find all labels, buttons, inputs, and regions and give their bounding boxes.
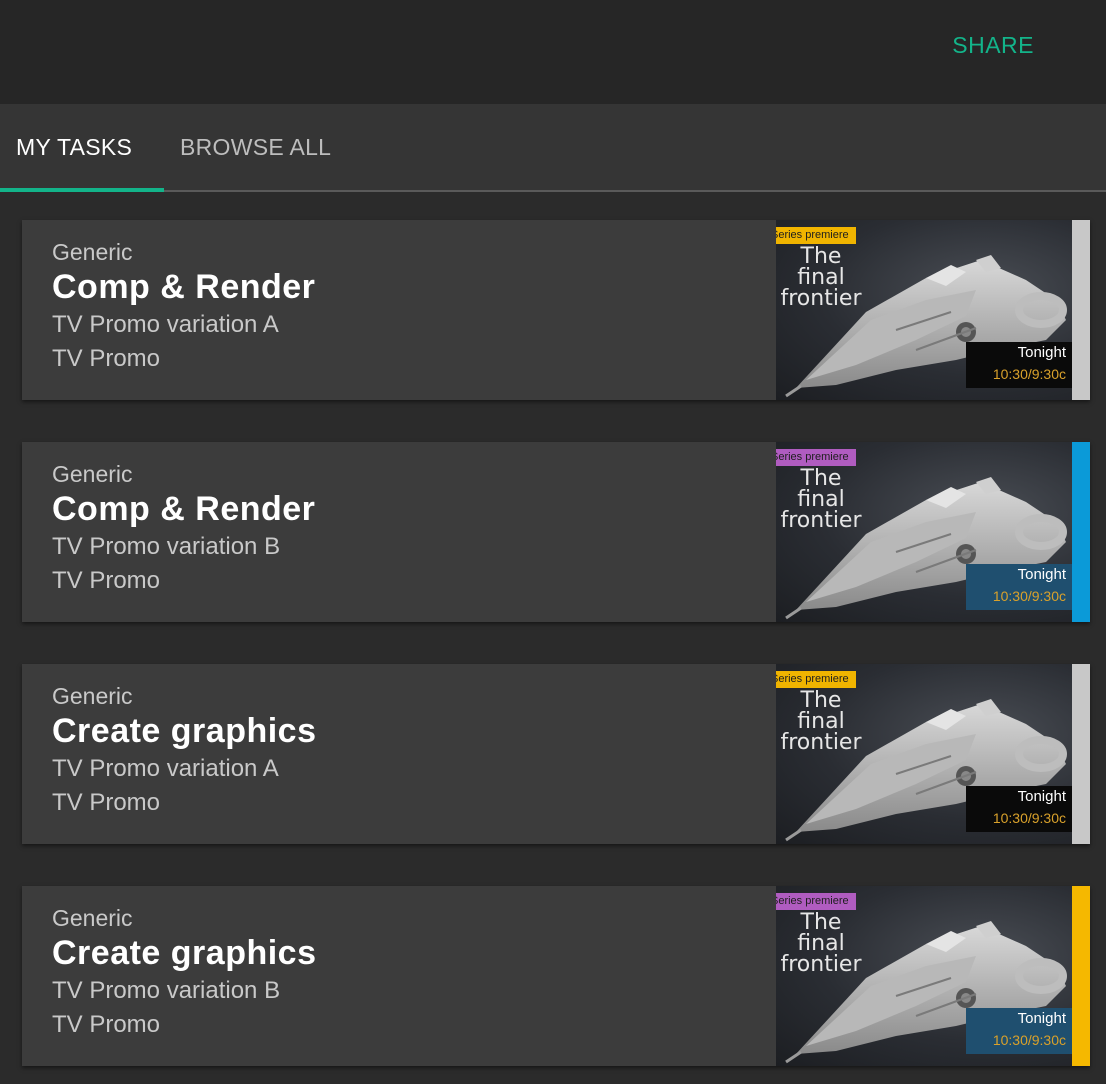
top-app-bar: SHARE <box>0 0 1106 104</box>
airtime-day: Tonight <box>1017 1010 1066 1027</box>
task-thumbnail: Series premiere The final frontier Tonig… <box>776 664 1072 844</box>
promo-title-line2: frontier <box>780 286 862 311</box>
badge-text: Series premiere <box>776 451 849 463</box>
task-title: Comp & Render <box>52 268 316 306</box>
task-card-text: Generic Create graphics TV Promo variati… <box>52 904 317 1042</box>
series-premiere-badge: Series premiere <box>776 449 856 466</box>
task-project: TV Promo <box>52 345 161 372</box>
task-project: TV Promo <box>52 1011 161 1038</box>
promo-title-line1: The final <box>797 910 845 956</box>
airtime-time: 10:30/9:30c <box>992 810 1066 826</box>
airtime-time: 10:30/9:30c <box>992 588 1066 604</box>
active-tab-indicator <box>0 188 164 192</box>
promo-title-line2: frontier <box>780 730 862 755</box>
task-thumbnail: Series premiere The final frontier Tonig… <box>776 442 1072 622</box>
tab-bar: MY TASKS BROWSE ALL <box>0 104 1106 192</box>
task-title: Create graphics <box>52 712 317 750</box>
promo-title-line1: The final <box>797 244 845 290</box>
task-card-text: Generic Create graphics TV Promo variati… <box>52 682 317 820</box>
task-card[interactable]: Generic Create graphics TV Promo variati… <box>22 664 1090 844</box>
tab-my-tasks[interactable]: MY TASKS <box>16 134 132 161</box>
task-category: Generic <box>52 683 133 709</box>
tab-browse-all[interactable]: BROWSE ALL <box>180 134 331 161</box>
task-variation: TV Promo variation A <box>52 755 279 782</box>
task-status-strip <box>1072 220 1090 400</box>
task-card-text: Generic Comp & Render TV Promo variation… <box>52 238 315 376</box>
promo-title: The final frontier <box>776 688 866 755</box>
task-card[interactable]: Generic Comp & Render TV Promo variation… <box>22 220 1090 400</box>
task-status-strip <box>1072 442 1090 622</box>
task-title: Comp & Render <box>52 490 316 528</box>
task-card[interactable]: Generic Comp & Render TV Promo variation… <box>22 442 1090 622</box>
promo-title-line1: The final <box>797 466 845 512</box>
task-status-strip <box>1072 886 1090 1066</box>
promo-title-line1: The final <box>797 688 845 734</box>
task-thumbnail: Series premiere The final frontier Tonig… <box>776 886 1072 1066</box>
airtime-time: 10:30/9:30c <box>992 366 1066 382</box>
series-premiere-badge: Series premiere <box>776 671 856 688</box>
airtime-day: Tonight <box>1017 566 1066 583</box>
airtime-box: Tonight 10:30/9:30c <box>966 1008 1072 1054</box>
badge-text: Series premiere <box>776 895 849 907</box>
share-button[interactable]: SHARE <box>952 32 1034 59</box>
badge-text: Series premiere <box>776 229 849 241</box>
task-title: Create graphics <box>52 934 317 972</box>
task-variation: TV Promo variation B <box>52 533 281 560</box>
promo-title: The final frontier <box>776 466 866 533</box>
airtime-day: Tonight <box>1017 344 1066 361</box>
task-project: TV Promo <box>52 789 161 816</box>
airtime-day: Tonight <box>1017 788 1066 805</box>
task-thumbnail: Series premiere The final frontier Tonig… <box>776 220 1072 400</box>
task-category: Generic <box>52 461 133 487</box>
task-variation: TV Promo variation A <box>52 311 279 338</box>
airtime-box: Tonight 10:30/9:30c <box>966 342 1072 388</box>
promo-title-line2: frontier <box>780 508 862 533</box>
task-category: Generic <box>52 239 133 265</box>
airtime-box: Tonight 10:30/9:30c <box>966 564 1072 610</box>
airtime-time: 10:30/9:30c <box>992 1032 1066 1048</box>
task-variation: TV Promo variation B <box>52 977 281 1004</box>
promo-title: The final frontier <box>776 244 866 311</box>
badge-text: Series premiere <box>776 673 849 685</box>
series-premiere-badge: Series premiere <box>776 227 856 244</box>
airtime-box: Tonight 10:30/9:30c <box>966 786 1072 832</box>
task-project: TV Promo <box>52 567 161 594</box>
task-category: Generic <box>52 905 133 931</box>
promo-title: The final frontier <box>776 910 866 977</box>
task-card[interactable]: Generic Create graphics TV Promo variati… <box>22 886 1090 1066</box>
promo-title-line2: frontier <box>780 952 862 977</box>
task-status-strip <box>1072 664 1090 844</box>
task-card-text: Generic Comp & Render TV Promo variation… <box>52 460 315 598</box>
series-premiere-badge: Series premiere <box>776 893 856 910</box>
